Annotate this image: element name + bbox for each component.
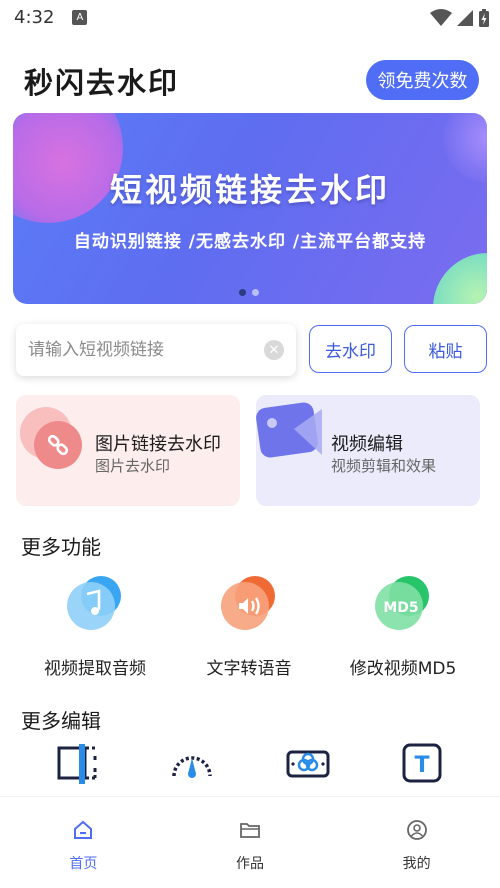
svg-text:T: T xyxy=(414,753,429,778)
card-subtitle: 视频剪辑和效果 xyxy=(331,457,437,475)
more-functions-title: 更多功能 xyxy=(21,535,101,559)
remove-watermark-button[interactable]: 去水印 xyxy=(309,325,392,373)
text-icon[interactable]: T xyxy=(398,742,446,786)
wifi-icon xyxy=(430,9,452,26)
banner-subtitle: 自动识别链接 /无感去水印 /主流平台都支持 xyxy=(73,232,427,252)
svg-text:MD5: MD5 xyxy=(383,600,418,616)
banner-dot-active[interactable] xyxy=(239,289,246,296)
app-title: 秒闪去水印 xyxy=(24,66,180,100)
banner-decoration xyxy=(433,253,487,304)
nav-profile[interactable]: 我的 xyxy=(333,797,500,888)
nav-home[interactable]: 首页 xyxy=(0,797,167,888)
link-input-container: ✕ xyxy=(16,324,296,376)
home-icon xyxy=(74,820,93,839)
crop-icon[interactable] xyxy=(53,742,101,786)
extract-audio-item[interactable]: 视频提取音频 xyxy=(20,574,170,679)
status-icons xyxy=(430,8,490,28)
nav-works[interactable]: 作品 xyxy=(167,797,334,888)
card-title: 视频编辑 xyxy=(331,434,403,455)
paste-button[interactable]: 粘贴 xyxy=(404,325,487,373)
bottom-navigation: 首页 作品 我的 xyxy=(0,796,500,888)
signal-icon xyxy=(457,10,473,26)
link-icon xyxy=(20,407,82,469)
status-bar: 4:32 A xyxy=(0,0,500,34)
video-link-input[interactable] xyxy=(28,340,264,360)
clear-icon[interactable]: ✕ xyxy=(264,340,284,360)
promo-banner[interactable]: 短视频链接去水印 自动识别链接 /无感去水印 /主流平台都支持 xyxy=(13,113,487,304)
filter-icon[interactable] xyxy=(284,742,332,786)
battery-icon xyxy=(479,9,489,27)
function-label: 修改视频MD5 xyxy=(349,659,457,679)
image-link-watermark-card[interactable]: 图片链接去水印 图片去水印 xyxy=(16,395,240,506)
notification-icon: A xyxy=(72,9,88,25)
music-note-icon xyxy=(67,576,121,630)
profile-icon xyxy=(406,820,427,840)
md5-icon: MD5 xyxy=(375,576,429,630)
speed-gauge-icon[interactable] xyxy=(168,742,216,786)
banner-dot[interactable] xyxy=(252,289,259,296)
video-edit-card[interactable]: 视频编辑 视频剪辑和效果 xyxy=(256,395,480,506)
function-label: 视频提取音频 xyxy=(44,659,146,679)
function-label: 文字转语音 xyxy=(206,659,292,679)
get-free-uses-button[interactable]: 领免费次数 xyxy=(366,60,479,100)
card-subtitle: 图片去水印 xyxy=(95,457,171,475)
banner-title: 短视频链接去水印 xyxy=(109,171,390,209)
nav-label-works: 作品 xyxy=(236,856,264,872)
nav-label-home: 首页 xyxy=(69,856,98,872)
status-time: 4:32 xyxy=(14,6,55,28)
card-title: 图片链接去水印 xyxy=(95,434,221,455)
video-play-icon xyxy=(256,402,322,458)
modify-md5-item[interactable]: MD5 修改视频MD5 xyxy=(328,574,478,679)
sound-wave-icon xyxy=(221,576,275,630)
more-edit-title: 更多编辑 xyxy=(21,709,101,733)
folder-icon xyxy=(240,823,260,838)
banner-pagination xyxy=(239,289,259,296)
nav-label-profile: 我的 xyxy=(402,856,431,872)
text-to-speech-item[interactable]: 文字转语音 xyxy=(174,574,324,679)
